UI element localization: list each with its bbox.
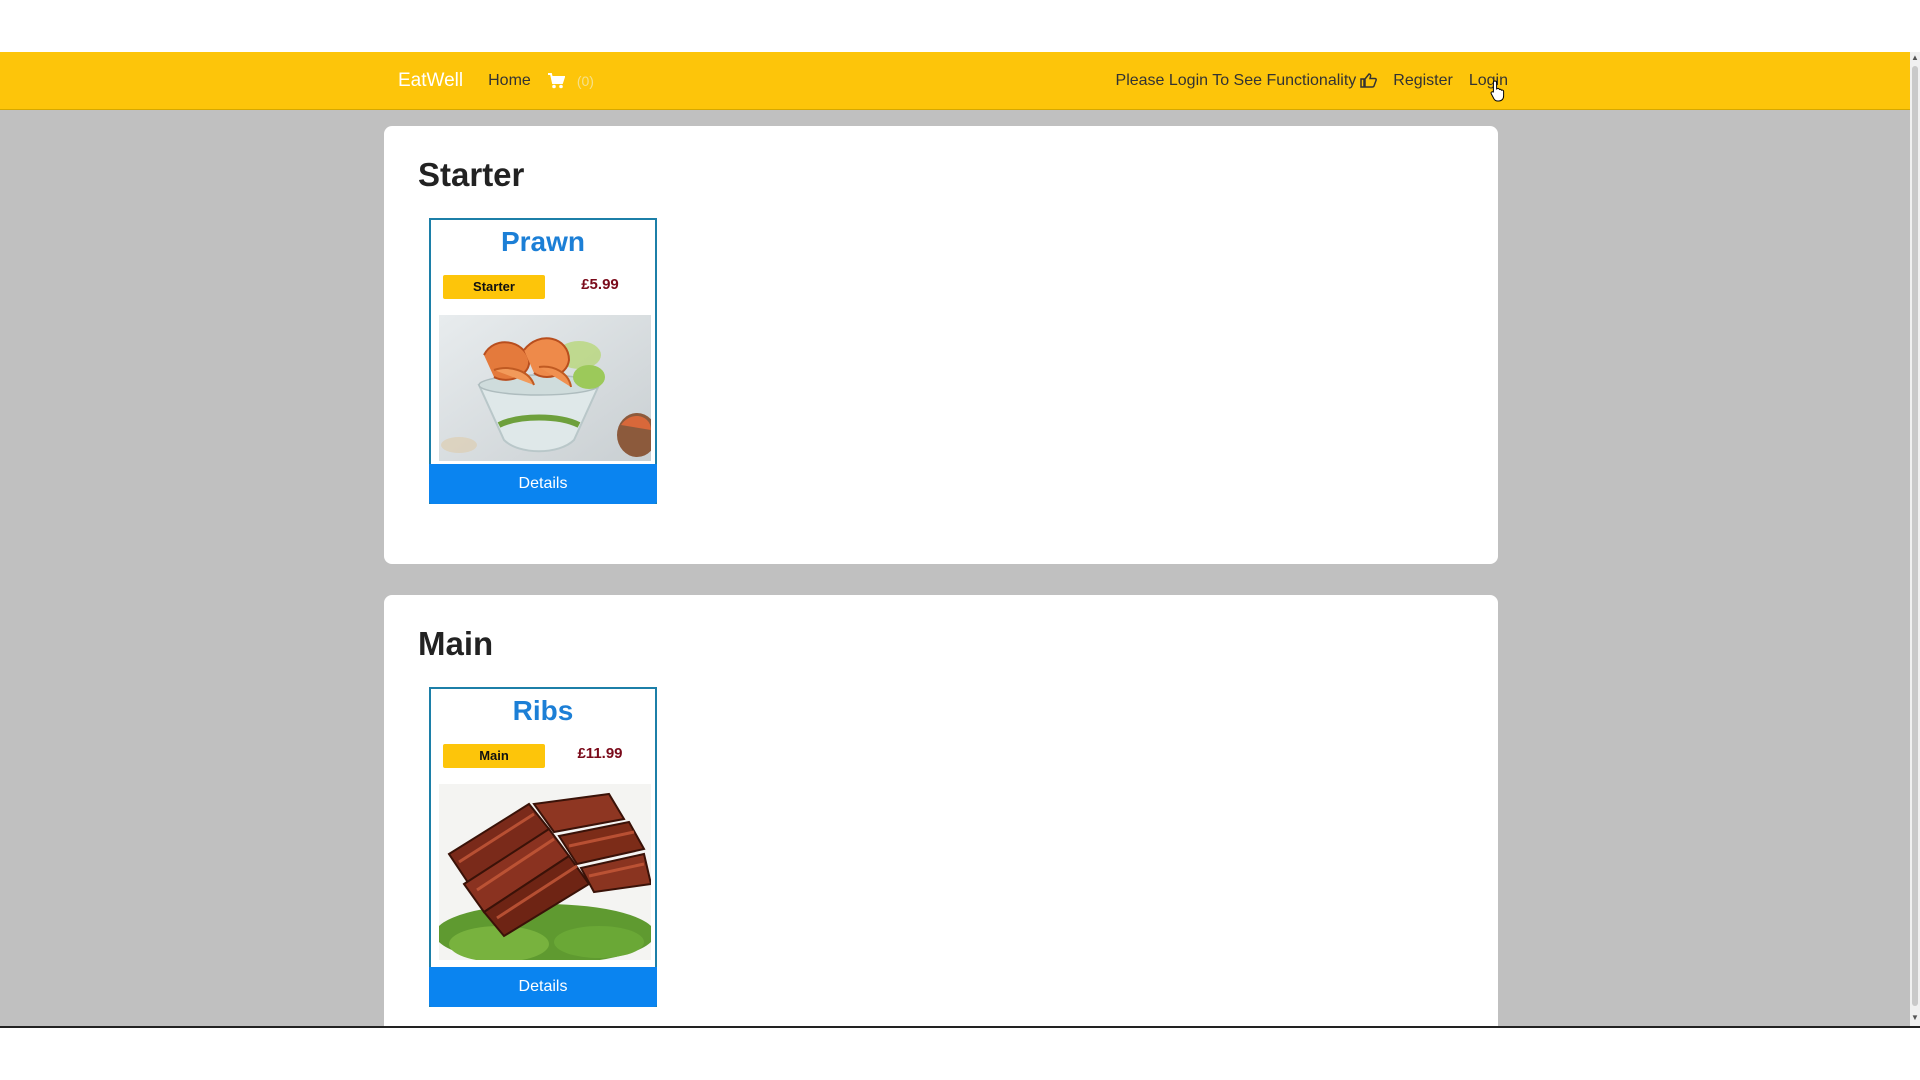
register-link[interactable]: Register (1393, 72, 1453, 90)
login-hint: Please Login To See Functionality (1116, 72, 1378, 90)
scroll-up-icon[interactable]: ▲ (1911, 54, 1919, 62)
hand-pointer-cursor-icon (1490, 80, 1505, 102)
scroll-down-icon[interactable]: ▼ (1911, 1014, 1919, 1022)
item-name: Prawn (500, 226, 586, 257)
scrollbar-thumb[interactable] (1912, 66, 1918, 1006)
page-viewport: EatWell Home (0) Please Login To See Fun… (0, 52, 1910, 1027)
item-name: Ribs (512, 695, 574, 726)
section-main: Main Ribs Main £11.99 Details (384, 595, 1498, 1027)
cart-count: (0) (576, 72, 594, 89)
window-top-margin (0, 0, 1920, 52)
details-button[interactable]: Details (429, 967, 657, 1007)
item-price: £11.99 (577, 745, 623, 762)
vertical-scrollbar[interactable]: ▲ ▼ (1910, 52, 1920, 1027)
category-badge: Starter (443, 275, 545, 299)
cart-link[interactable]: (0) (547, 72, 594, 89)
item-price: £5.99 (581, 276, 619, 293)
section-title: Starter (418, 156, 525, 193)
thumbs-up-icon (1360, 73, 1378, 88)
section-starter: Starter Prawn Starter £5.99 Details (384, 126, 1498, 564)
navbar-right: Please Login To See Functionality Regist… (1100, 72, 1508, 90)
menu-item-card: Prawn Starter £5.99 Details (429, 218, 657, 504)
brand-link[interactable]: EatWell (398, 70, 463, 92)
window-bottom-margin (0, 1028, 1920, 1080)
login-hint-text: Please Login To See Functionality (1115, 71, 1357, 89)
ribs-photo (439, 784, 651, 960)
cart-icon (547, 72, 565, 88)
prawn-photo (439, 315, 651, 461)
section-title: Main (418, 625, 494, 662)
category-badge: Main (443, 744, 545, 768)
navbar-container: EatWell Home (0) Please Login To See Fun… (384, 52, 1508, 109)
details-button[interactable]: Details (429, 464, 657, 504)
menu-item-card: Ribs Main £11.99 Details (429, 687, 657, 1007)
home-link[interactable]: Home (488, 72, 531, 90)
navbar: EatWell Home (0) Please Login To See Fun… (0, 52, 1910, 110)
